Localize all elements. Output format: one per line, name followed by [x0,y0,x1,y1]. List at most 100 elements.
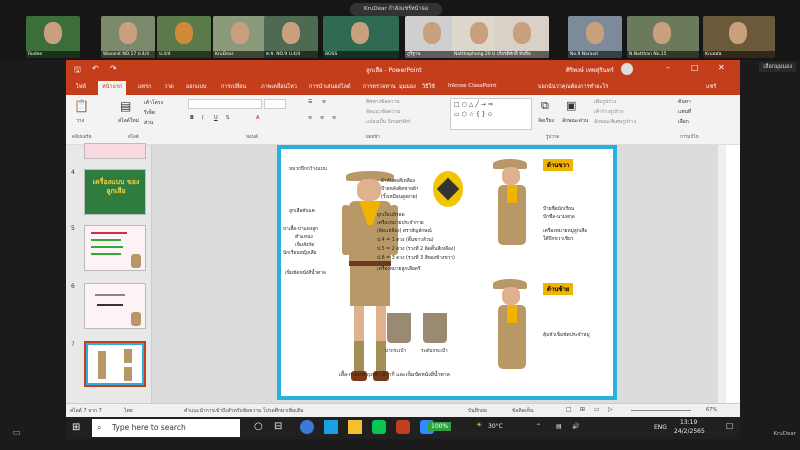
notes-button[interactable]: บันทึกย่อ [468,407,487,415]
underline-icon[interactable]: U [214,115,218,121]
arrange-button[interactable]: จัดเรียง [538,117,554,125]
quick-styles-icon[interactable]: ▣ [566,99,576,112]
new-slide-icon[interactable]: ▤ [120,99,131,113]
tab-home[interactable]: หน้าแรก [98,81,127,95]
new-slide-button[interactable]: สไลด์ใหม่ [118,117,139,125]
slideshow-icon[interactable]: ▷ [608,406,613,413]
view-options-button[interactable]: เลือกมุมมอง [759,62,796,72]
tab-draw[interactable]: วาด [164,83,174,91]
slide-thumbnail[interactable] [84,283,146,329]
section-button[interactable]: ส่วน [144,119,153,127]
tab-file[interactable]: ไฟล์ [76,83,86,91]
paste-icon[interactable]: 📋 [74,99,89,113]
participant-tile[interactable]: ด.ช. NO.9 ป.4/4 [264,16,318,58]
participant-tile[interactable]: Wasanit NO.17 ป.4/4 [101,16,155,58]
tab-animations[interactable]: ภาพเคลื่อนไหว [261,83,297,91]
align-text-button[interactable]: จัดแนวข้อความ [366,108,400,116]
minimize-icon[interactable]: – [666,63,670,72]
weather-icon[interactable]: ☀ [476,421,482,429]
notification-icon[interactable]: ☐ [726,422,733,431]
shape-effects-button[interactable]: ลักษณะพิเศษรูปร่าง [594,118,636,126]
font-size-select[interactable] [264,99,286,109]
align-center-icon[interactable]: ≡ [320,115,324,121]
align-left-icon[interactable]: ≡ [308,115,312,121]
participant-tile[interactable]: KruDear [213,16,267,58]
participant-tile[interactable]: BOSS [323,16,399,58]
line-icon[interactable] [372,420,386,434]
reset-button[interactable]: รีเซ็ต [144,109,155,117]
participant-tile[interactable]: เกียรติศักดิ์ ทับทิม [495,16,549,58]
tab-help[interactable]: วิธีใช้ [422,83,435,91]
slide-canvas[interactable]: หมวกปีกกว้างแบบ ลูกเสือคับแค บ่าเสื้อ-บ่… [152,145,726,403]
tab-review[interactable]: การตรวจทาน [363,83,396,91]
chat-icon[interactable]: ▭ [12,428,21,438]
save-icon[interactable]: 🖫 [74,64,81,78]
select-button[interactable]: เลือก [678,118,689,126]
close-icon[interactable]: ✕ [718,63,725,72]
shapes-gallery[interactable]: □ ○ △ ╱ → ⇒ ▭ ⬡ ☆ { } ✩ [450,98,532,130]
shape-outline-button[interactable]: เค้าร่างรูปร่าง [594,108,624,116]
share-button[interactable]: แชร์ [706,83,716,91]
find-button[interactable]: ค้นหา [678,98,691,106]
font-family-select[interactable] [188,99,262,109]
clock-date[interactable]: 24/2/2565 [674,428,705,435]
text-direction-button[interactable]: ทิศทางข้อความ [366,98,400,106]
accessibility-hint[interactable]: คำแนะนำการเข้าถึงสำหรับข้อความ โปรดศึกษา… [184,407,304,415]
undo-icon[interactable]: ↶ [92,64,99,73]
participant-tile[interactable]: No.9 Naravit [568,16,622,58]
task-view-icon[interactable]: ⊟ [274,421,282,432]
tray-chevron-icon[interactable]: ⌃ [536,423,541,430]
slide-thumbnail[interactable] [84,143,146,159]
zoom-level[interactable]: 67% [706,407,717,413]
temperature[interactable]: 30°C [488,423,503,430]
redo-icon[interactable]: ↷ [110,64,117,73]
comments-button[interactable]: ข้อคิดเห็น [512,407,533,415]
quick-styles-button[interactable]: ลักษณะด่วน [562,117,588,125]
tab-design[interactable]: ออกแบบ [186,83,206,91]
tab-classpoint[interactable]: Inknoe ClassPoint [448,83,496,89]
participant-tile[interactable]: ป.4/4 [157,16,211,58]
shape-fill-button[interactable]: เติมรูปร่าง [594,98,616,106]
taskbar-search-input[interactable]: ⌕ Type here to search [92,419,240,437]
windows-start-icon[interactable]: ⊞ [72,422,80,433]
cortana-icon[interactable]: ○ [254,421,263,432]
network-icon[interactable]: ▤ [556,423,562,430]
tell-me-box[interactable]: บอกฉันว่าคุณต้องการทำอะไร [538,83,608,91]
volume-icon[interactable]: 🔊 [572,423,579,430]
paste-button[interactable]: วาง [76,117,84,125]
replace-button[interactable]: แทนที่ [678,108,691,116]
vertical-scrollbar[interactable] [718,145,726,403]
maximize-icon[interactable]: □ [691,63,699,72]
tab-slideshow[interactable]: การนำเสนอสไลด์ [309,83,351,91]
numbering-icon[interactable]: ≡ [322,99,326,105]
reading-view-icon[interactable]: ▭ [594,406,600,413]
tab-view[interactable]: มุมมอง [399,83,416,91]
strikethrough-icon[interactable]: S [226,115,229,121]
participant-tile[interactable]: Kruแอน [703,16,775,58]
arrange-icon[interactable]: ⧉ [541,99,549,113]
font-color-icon[interactable]: A [256,115,259,121]
clock-time[interactable]: 13:19 [680,419,697,426]
powerpoint-taskbar-icon[interactable] [396,420,410,434]
avatar[interactable] [621,63,633,75]
battery-indicator[interactable]: 100% [428,422,452,431]
language-status[interactable]: ไทย [124,407,133,415]
layout-button[interactable]: เค้าโครง [144,99,163,107]
participant-tile[interactable]: ภูริฐาน [405,16,459,58]
current-slide[interactable]: หมวกปีกกว้างแบบ ลูกเสือคับแค บ่าเสื้อ-บ่… [277,145,617,400]
zoom-slider[interactable] [631,410,691,411]
align-right-icon[interactable]: ≡ [332,115,336,121]
bullets-icon[interactable]: ☰ [308,99,312,105]
tab-transitions[interactable]: การเปลี่ยน [221,83,246,91]
tab-insert[interactable]: แทรก [138,83,151,91]
edge-icon[interactable] [300,420,314,434]
screen-share-indicator[interactable]: KruDear กำลังแชร์หน้าจอ [350,3,442,16]
file-explorer-icon[interactable] [348,420,362,434]
app-icon[interactable] [324,420,338,434]
participant-tile[interactable]: N.Natthan No.15 [627,16,699,58]
normal-view-icon[interactable]: □ [566,406,572,413]
italic-icon[interactable]: I [202,115,203,121]
language-indicator[interactable]: ENG [654,424,667,431]
slide-thumbnail[interactable]: เครื่องแบบ ของลูกเสือ [84,169,146,215]
smartart-button[interactable]: แปลงเป็น SmartArt [366,118,410,126]
